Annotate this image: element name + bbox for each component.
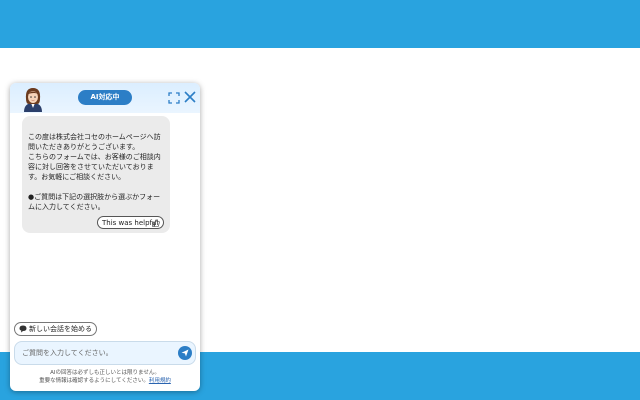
speech-bubble-icon [19,325,27,333]
chat-header: AI対応中 [10,83,200,113]
chat-widget: AI対応中 この度は株式会社コセのホームページへ訪 問いただきありがとうございま… [10,83,200,391]
helpful-label: This was helpful [102,219,159,227]
send-icon [181,349,189,357]
bot-message-text: この度は株式会社コセのホームページへ訪 問いただきありがとうございます。 こちら… [28,133,161,211]
helpful-button[interactable]: This was helpful [97,216,164,229]
send-button[interactable] [178,346,192,360]
ai-status-badge: AI対応中 [78,90,132,105]
disclaimer-line-2: 重要な情報は確認するようにしてください。利用規約 [10,377,200,385]
disclaimer-line-2-text: 重要な情報は確認するようにしてください。 [39,378,149,384]
terms-link[interactable]: 利用規約 [149,378,171,384]
bot-message-bubble: この度は株式会社コセのホームページへ訪 問いただきありがとうございます。 こちら… [22,116,170,233]
disclaimer-line-1: AIの回答は必ずしも正しいとは限りません。 [50,370,160,376]
operator-avatar-icon [24,88,42,112]
expand-icon[interactable] [168,92,180,104]
thumbs-up-icon [152,219,160,227]
message-input[interactable] [22,346,172,360]
new-conversation-button[interactable]: 新しい会話を始める [14,322,97,336]
close-icon[interactable] [183,90,197,104]
message-input-area [14,341,196,365]
site-header-band [0,0,640,48]
ai-disclaimer: AIの回答は必ずしも正しいとは限りません。 重要な情報は確認するようにしてくださ… [10,369,200,385]
new-conversation-label: 新しい会話を始める [29,325,92,333]
